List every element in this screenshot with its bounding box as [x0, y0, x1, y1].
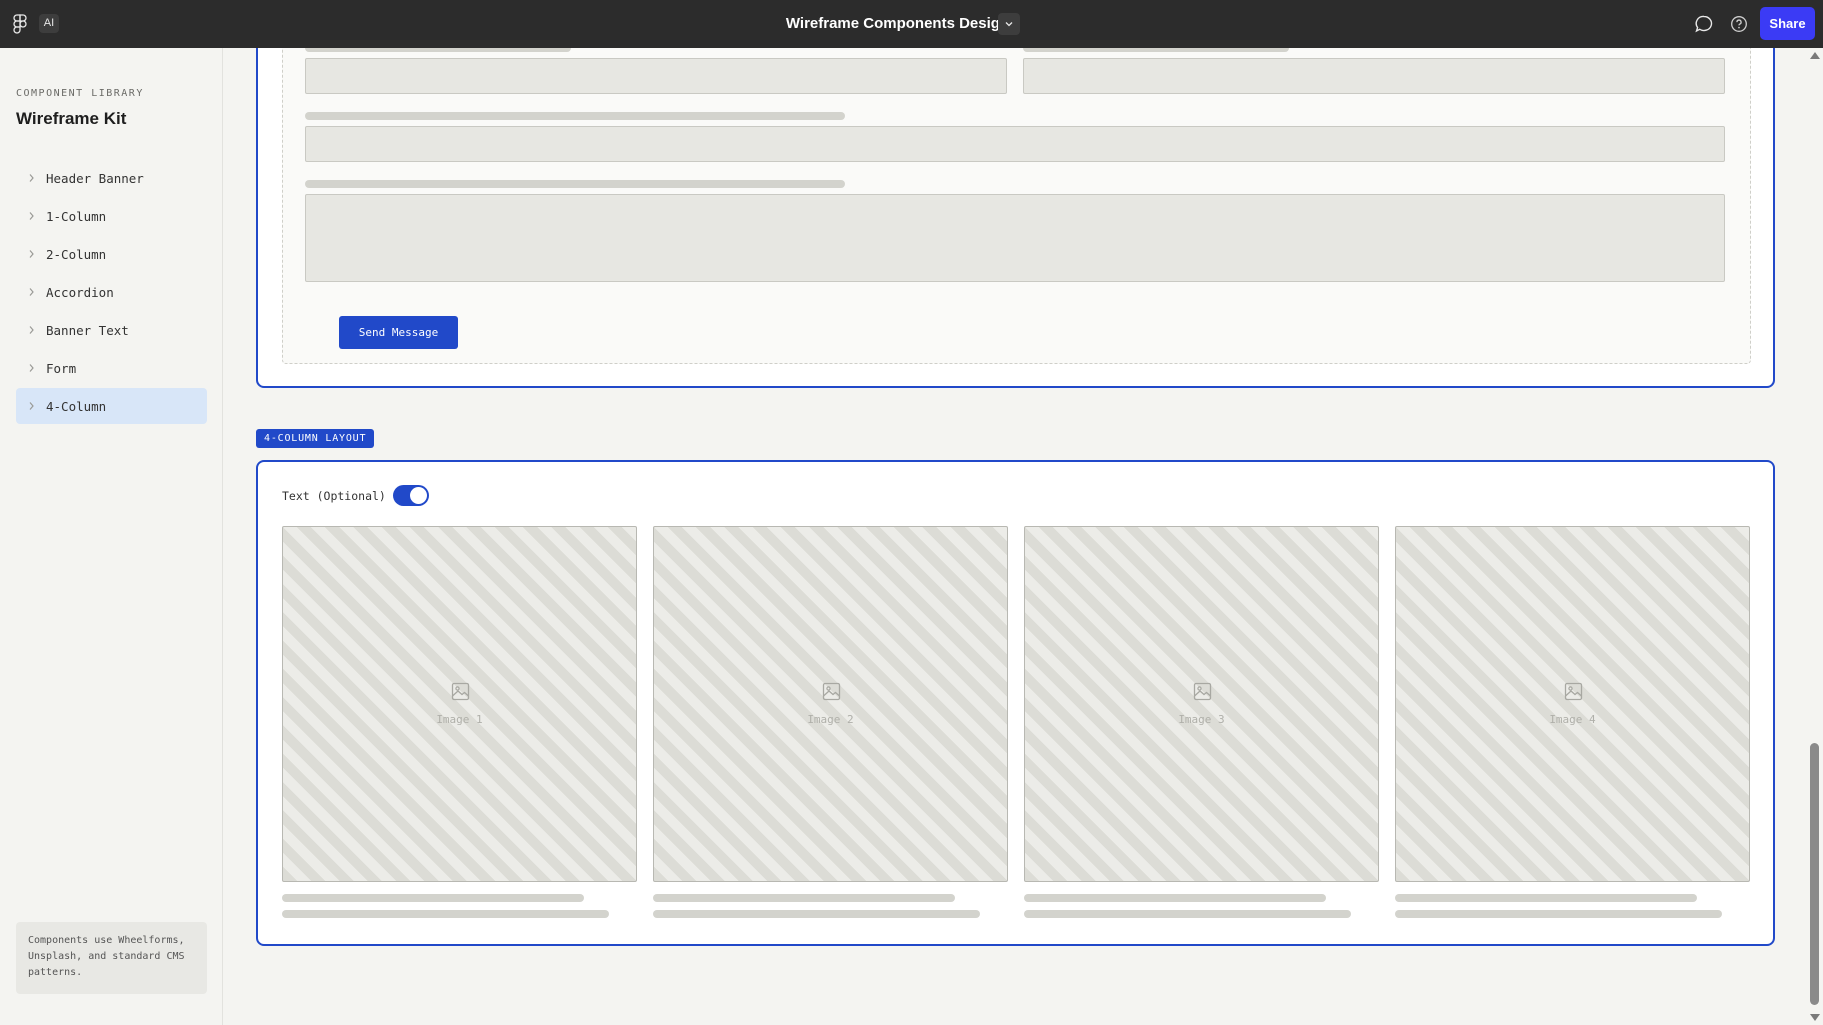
sidebar-nav: Header Banner 1-Column 2-Column Accordio… — [16, 160, 207, 426]
image-placeholder-1[interactable]: Image 1 — [282, 526, 637, 882]
title-menu-button[interactable] — [998, 13, 1020, 35]
comment-bubble-icon[interactable] — [1694, 14, 1714, 34]
toggle-knob — [410, 487, 427, 504]
field-label-placeholder — [305, 180, 845, 188]
caption-line-placeholder — [1395, 894, 1697, 902]
canvas: Send Message 4-COLUMN LAYOUT Text (Optio… — [224, 48, 1806, 1025]
image-label: Image 4 — [1549, 713, 1596, 726]
subject-field[interactable] — [305, 126, 1725, 162]
message-textarea[interactable] — [305, 194, 1725, 282]
document-title-wrap: Wireframe Components Design — [0, 15, 1823, 33]
figma-logo-icon[interactable] — [13, 14, 27, 34]
sidebar-item-4-column[interactable]: 4-Column — [16, 388, 207, 424]
sidebar-note: Components use Wheelforms, Unsplash, and… — [16, 922, 207, 994]
sidebar-item-header-banner[interactable]: Header Banner — [16, 160, 207, 196]
library-label: COMPONENT LIBRARY — [16, 88, 144, 99]
field-label-placeholder — [305, 48, 571, 52]
sidebar-item-1-column[interactable]: 1-Column — [16, 198, 207, 234]
form-component-card[interactable]: Send Message — [256, 48, 1775, 388]
image-label: Image 1 — [436, 713, 483, 726]
chevron-down-icon — [1005, 22, 1013, 27]
name-field[interactable] — [305, 58, 1007, 94]
form-wireframe — [282, 48, 1751, 364]
sidebar-item-label: Header Banner — [46, 170, 144, 186]
image-icon — [451, 682, 470, 701]
chevron-right-icon — [29, 250, 34, 258]
chevron-right-icon — [29, 174, 34, 182]
send-message-button[interactable]: Send Message — [339, 316, 458, 349]
image-label: Image 2 — [807, 713, 854, 726]
chevron-right-icon — [29, 326, 34, 334]
top-bar: AI Wireframe Components Design Share — [0, 0, 1823, 48]
ai-button[interactable]: AI — [39, 14, 59, 33]
image-label: Image 3 — [1178, 713, 1225, 726]
sidebar-item-label: Form — [46, 360, 77, 376]
sidebar-item-accordion[interactable]: Accordion — [16, 274, 207, 310]
image-icon — [822, 682, 841, 701]
image-placeholder-4[interactable]: Image 4 — [1395, 526, 1750, 882]
field-label-placeholder — [1023, 48, 1289, 52]
caption-line-placeholder — [282, 910, 609, 918]
section-tag-4-column: 4-COLUMN LAYOUT — [256, 429, 375, 448]
help-circle-icon[interactable] — [1730, 15, 1748, 33]
sidebar-item-banner-text[interactable]: Banner Text — [16, 312, 207, 348]
sidebar-item-label: 1-Column — [46, 208, 107, 224]
image-placeholder-3[interactable]: Image 3 — [1024, 526, 1379, 882]
chevron-right-icon — [29, 364, 34, 372]
caption-line-placeholder — [1024, 894, 1326, 902]
caption-line-placeholder — [282, 894, 584, 902]
chevron-right-icon — [29, 288, 34, 296]
four-column-component-card[interactable]: Text (Optional) Image 1 Image 2 Image 3 … — [256, 460, 1775, 946]
chevron-right-icon — [29, 402, 34, 410]
sidebar-item-label: 4-Column — [46, 398, 107, 414]
email-field[interactable] — [1023, 58, 1725, 94]
text-optional-label: Text (Optional) — [282, 489, 386, 503]
sidebar-item-label: Accordion — [46, 284, 114, 300]
field-label-placeholder — [305, 112, 845, 120]
sidebar: COMPONENT LIBRARY Wireframe Kit Header B… — [0, 48, 223, 1025]
scrollbar-thumb[interactable] — [1810, 743, 1819, 1005]
image-placeholder-2[interactable]: Image 2 — [653, 526, 1008, 882]
caption-line-placeholder — [1395, 910, 1722, 918]
canvas-scrollbar[interactable] — [1806, 48, 1823, 1025]
scroll-down-arrow-icon[interactable] — [1810, 1014, 1820, 1021]
sidebar-item-2-column[interactable]: 2-Column — [16, 236, 207, 272]
share-button[interactable]: Share — [1760, 7, 1815, 40]
scroll-up-arrow-icon[interactable] — [1810, 52, 1820, 59]
caption-line-placeholder — [653, 894, 955, 902]
document-title[interactable]: Wireframe Components Design — [786, 15, 1009, 32]
caption-line-placeholder — [1024, 910, 1351, 918]
chevron-right-icon — [29, 212, 34, 220]
sidebar-item-form[interactable]: Form — [16, 350, 207, 386]
sidebar-item-label: Banner Text — [46, 322, 129, 338]
text-optional-toggle[interactable] — [393, 485, 429, 506]
image-icon — [1193, 682, 1212, 701]
caption-line-placeholder — [653, 910, 980, 918]
sidebar-item-label: 2-Column — [46, 246, 107, 262]
kit-title: Wireframe Kit — [16, 109, 127, 128]
image-icon — [1564, 682, 1583, 701]
